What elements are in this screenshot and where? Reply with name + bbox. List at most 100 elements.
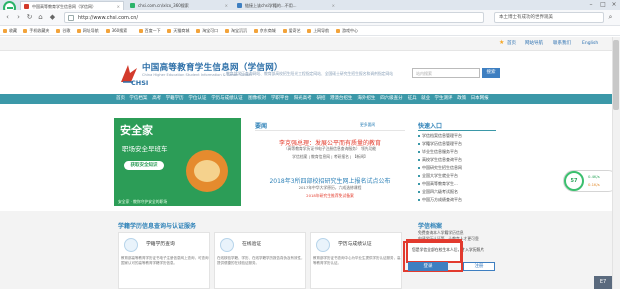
banner-title: 安全家 bbox=[120, 124, 153, 137]
star-icon: ★ bbox=[499, 39, 505, 46]
quick-entry-list: 学信档案信息管理平台 学籍学历信息管理平台 毕业生信息服务平台 高校学生信息查询平台中… bbox=[418, 132, 496, 204]
quick-entry-item[interactable]: 学信档案信息管理平台 bbox=[418, 132, 496, 140]
nav-item[interactable]: 征兵 bbox=[408, 94, 417, 104]
contact-link[interactable]: 联系我们 bbox=[553, 40, 571, 48]
quick-entry-item[interactable]: 全国四六级考试报名 bbox=[418, 188, 496, 196]
bookmark-item[interactable]: 收藏 bbox=[2, 27, 17, 35]
quick-entry-item[interactable]: 全国大学生就业平台 bbox=[418, 172, 496, 180]
nav-item[interactable]: 学籍学历 bbox=[166, 94, 184, 104]
register-button[interactable]: 注册 bbox=[463, 262, 495, 271]
bookmark-icon bbox=[167, 29, 172, 33]
nav-item[interactable]: 学生测评 bbox=[435, 94, 453, 104]
bookmark-label: 天猫商城 bbox=[173, 28, 190, 33]
bookmark-icon bbox=[307, 29, 312, 33]
scrollbar-thumb[interactable] bbox=[613, 40, 619, 110]
card-title: 学籍学历查询 bbox=[146, 242, 175, 247]
bookmark-icon bbox=[3, 29, 7, 33]
close-icon[interactable]: × bbox=[117, 2, 120, 10]
address-bar[interactable]: http://www.chsi.com.cn/ bbox=[64, 12, 484, 23]
more-news-link[interactable]: 更多要闻 bbox=[360, 122, 375, 128]
shield-icon[interactable]: ◆ bbox=[48, 13, 57, 22]
banner-button[interactable]: 获取安全知识 bbox=[124, 161, 164, 170]
quick-entry-item[interactable]: 中国研究生招生信息网 bbox=[418, 164, 496, 172]
maximize-icon[interactable]: □ bbox=[598, 0, 608, 10]
nav-item[interactable]: 海外招生 bbox=[357, 94, 375, 104]
bookmark-item[interactable]: 游戏中心 bbox=[335, 27, 358, 35]
divider bbox=[418, 130, 496, 131]
bookmark-item[interactable]: 淘宝可口 bbox=[195, 27, 218, 35]
english-link[interactable]: English bbox=[582, 40, 598, 48]
tab-chsi[interactable]: 中国高等教育学生信息网（学信网） × bbox=[20, 1, 124, 10]
bookmark-icon bbox=[23, 29, 28, 33]
bookmark-item[interactable]: 天猫商城 bbox=[166, 27, 189, 35]
tab-search[interactable]: chsi.com.cn/xlcx_360搜索 × bbox=[127, 1, 231, 10]
close-window-icon[interactable]: × bbox=[609, 0, 619, 10]
quick-entry-item[interactable]: 高校学生信息查询平台 bbox=[418, 156, 496, 164]
speed-gauge: 57 bbox=[564, 171, 584, 191]
home-link[interactable]: 首页 bbox=[507, 40, 516, 48]
bookmark-item[interactable]: 爱奇艺 bbox=[282, 27, 301, 35]
nav-item[interactable]: 学信档案 bbox=[129, 94, 147, 104]
nav-item[interactable]: 就业 bbox=[421, 94, 430, 104]
logo-text: CHSI bbox=[131, 79, 149, 87]
search-icon[interactable]: ⌕ bbox=[606, 13, 615, 22]
refresh-icon[interactable]: ↻ bbox=[25, 13, 34, 22]
bookmark-item[interactable]: 上网导航 bbox=[306, 27, 329, 35]
bookmark-item[interactable]: 网址导航 bbox=[76, 27, 99, 35]
news-links[interactable]: 学信档案 | 教育信息网 | 考研报名 | 【新闻】 bbox=[255, 154, 405, 160]
card-title: 学历与成绩认证 bbox=[338, 242, 372, 247]
site-nav-link[interactable]: 网站导航 bbox=[525, 40, 543, 48]
close-icon[interactable]: × bbox=[225, 1, 228, 10]
bookmark-icon bbox=[253, 29, 258, 33]
account-heading: 学信档案 bbox=[418, 223, 443, 230]
bookmark-item[interactable]: 京东商城 bbox=[253, 27, 276, 35]
nav-item[interactable]: 政策 bbox=[457, 94, 466, 104]
news-headline[interactable]: 2018年3所四部校招研究生网上报名试点公布 bbox=[255, 176, 405, 185]
forward-icon[interactable]: › bbox=[14, 13, 23, 22]
nav-item[interactable]: 港澳台招生 bbox=[330, 94, 353, 104]
site-search-button[interactable]: 搜索 bbox=[482, 68, 500, 78]
quick-entry-item[interactable]: 中国高等教育学生... bbox=[418, 180, 496, 188]
tab-label: chsi.com.cn/xlcx_360搜索 bbox=[138, 3, 189, 8]
nav-item[interactable]: 日本网报 bbox=[471, 94, 489, 104]
news-heading: 要闻 bbox=[255, 123, 268, 130]
nav-item[interactable]: 首页 bbox=[116, 94, 125, 104]
close-icon[interactable]: × bbox=[332, 1, 335, 10]
nav-item[interactable]: 阳光高考 bbox=[294, 94, 312, 104]
quick-entry-item[interactable]: 毕业生信息服务平台 bbox=[418, 148, 496, 156]
bookmark-label: 京东商城 bbox=[259, 28, 276, 33]
site-slogan: 教育部学历查询网站、教育部高校招生阳光工程指定网站、全国硕士研究生招生报名和调剂… bbox=[226, 71, 394, 76]
home-icon[interactable]: ⌂ bbox=[36, 13, 45, 22]
bookmark-label: 游戏中心 bbox=[342, 28, 358, 33]
floating-button[interactable]: E7 bbox=[594, 276, 612, 289]
bookmark-label: 手机收藏夹 bbox=[29, 28, 50, 33]
card-title: 在线验证 bbox=[242, 242, 262, 247]
quick-entry-item[interactable]: 中国万方成绩查询平台 bbox=[418, 196, 496, 204]
bookmark-label: 淘宝可口 bbox=[202, 28, 219, 33]
nav-item[interactable]: 学职平台 bbox=[271, 94, 289, 104]
bookmark-label: 百度一下 bbox=[144, 28, 161, 33]
minimize-icon[interactable]: – bbox=[586, 0, 596, 10]
bookmark-item[interactable]: 360搜索 bbox=[105, 27, 127, 35]
bookmark-item[interactable]: 谷歌 bbox=[55, 27, 70, 35]
login-button[interactable]: 登录 bbox=[408, 262, 448, 271]
bookmark-item[interactable]: 手机收藏夹 bbox=[22, 27, 49, 35]
bookmark-item[interactable]: 百度一下 bbox=[138, 27, 161, 35]
site-search-input[interactable]: 站内搜索 bbox=[412, 68, 480, 78]
nav-item[interactable]: 图像校对 bbox=[248, 94, 266, 104]
bookmark-item[interactable]: 淘宝沉沉 bbox=[224, 27, 247, 35]
quick-entry-heading: 快速入口 bbox=[418, 123, 443, 130]
quick-entry-item[interactable]: 学籍学历信息管理平台 bbox=[418, 140, 496, 148]
back-icon[interactable]: ‹ bbox=[3, 13, 12, 22]
bookmark-label: 网址导航 bbox=[82, 28, 99, 33]
nav-item[interactable]: 高考 bbox=[152, 94, 161, 104]
nav-item[interactable]: 四六级查分 bbox=[380, 94, 403, 104]
upload-speed: 0.4K/s bbox=[588, 174, 600, 179]
browser-search-box[interactable]: 本土博士有成功的世界观美 bbox=[494, 12, 604, 23]
news-link[interactable]: 2018年研究生推荐免试备案 bbox=[255, 193, 405, 199]
nav-item[interactable]: 学历与成绩认证 bbox=[211, 94, 243, 104]
nav-item[interactable]: 研招 bbox=[317, 94, 326, 104]
nav-item[interactable]: 学位认证 bbox=[188, 94, 206, 104]
tab-label: 链接上该chsi学籍的...不用... bbox=[245, 3, 297, 8]
tab-third[interactable]: 链接上该chsi学籍的...不用... × bbox=[234, 1, 338, 10]
